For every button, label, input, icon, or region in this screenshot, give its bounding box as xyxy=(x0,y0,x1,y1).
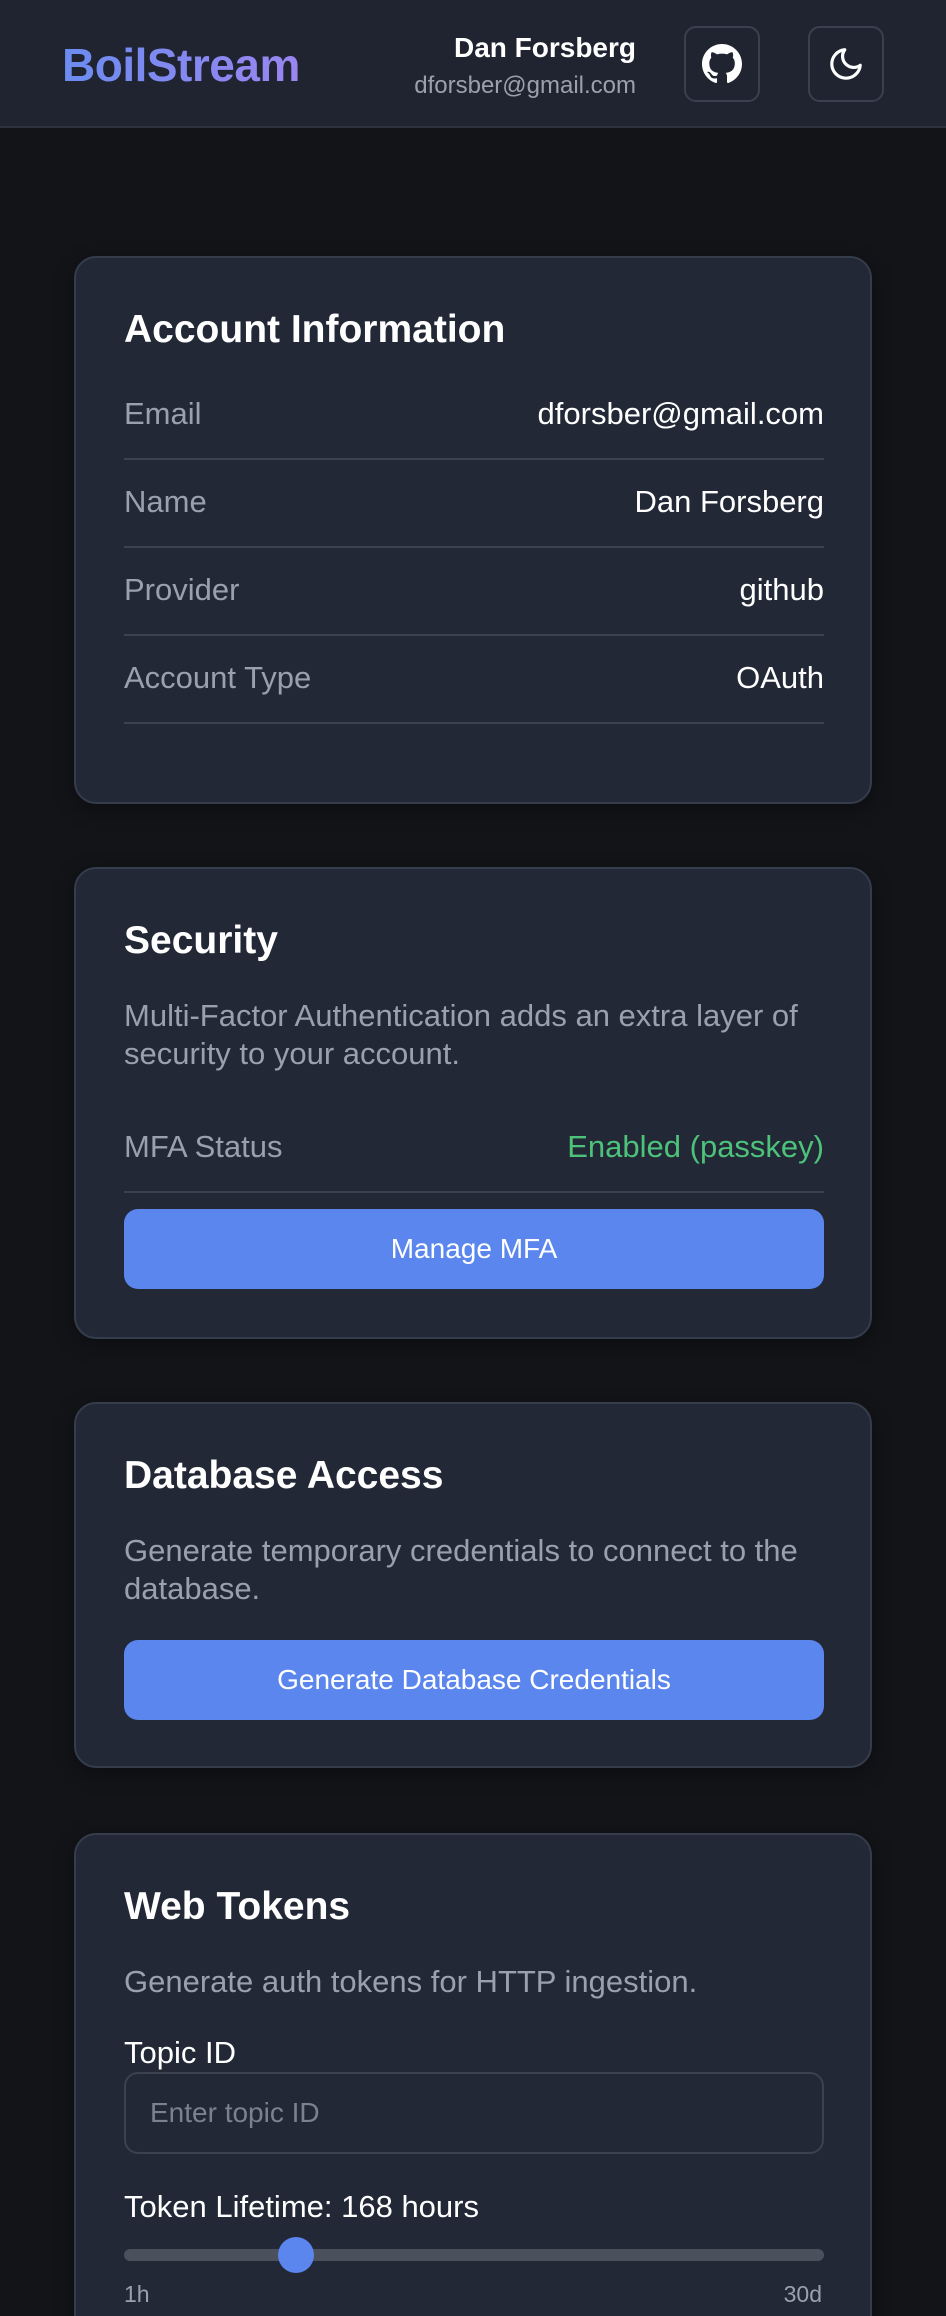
account-row-name: Name Dan Forsberg xyxy=(124,460,824,548)
row-value: dforsber@gmail.com xyxy=(537,396,824,431)
user-email: dforsber@gmail.com xyxy=(414,72,636,99)
mfa-status-row: MFA Status Enabled (passkey) xyxy=(124,1105,824,1193)
account-row-provider: Provider github xyxy=(124,548,824,636)
github-button[interactable] xyxy=(684,26,760,102)
app-header: BoilStream Dan Forsberg dforsber@gmail.c… xyxy=(0,0,946,128)
theme-toggle-button[interactable] xyxy=(808,26,884,102)
slider-max-label: 30d xyxy=(783,2281,822,2307)
account-info-title: Account Information xyxy=(124,308,506,351)
mfa-status-value: Enabled (passkey) xyxy=(567,1129,824,1164)
topic-id-label: Topic ID xyxy=(124,2035,236,2070)
account-info-card: Account Information Email dforsber@gmail… xyxy=(74,256,872,804)
security-title: Security xyxy=(124,919,278,962)
github-icon xyxy=(702,44,742,84)
topic-id-input[interactable] xyxy=(124,2072,824,2154)
row-label: Provider xyxy=(124,572,240,607)
slider-min-label: 1h xyxy=(124,2281,150,2307)
row-label: Account Type xyxy=(124,660,312,695)
token-lifetime-label: Token Lifetime: 168 hours xyxy=(124,2189,479,2224)
database-access-description: Generate temporary credentials to connec… xyxy=(124,1533,798,1606)
token-lifetime-slider[interactable] xyxy=(124,2237,824,2273)
row-label: Email xyxy=(124,396,202,431)
security-card: Security Multi-Factor Authentication add… xyxy=(74,867,872,1339)
user-name: Dan Forsberg xyxy=(453,32,636,63)
web-tokens-title: Web Tokens xyxy=(124,1885,351,1928)
database-access-card: Database Access Generate temporary crede… xyxy=(74,1402,872,1768)
row-value: OAuth xyxy=(736,660,824,695)
slider-thumb[interactable] xyxy=(277,2237,314,2273)
web-tokens-description: Generate auth tokens for HTTP ingestion. xyxy=(124,1964,698,1999)
app-logo[interactable]: BoilStream xyxy=(62,38,300,92)
generate-credentials-button[interactable]: Generate Database Credentials xyxy=(124,1640,824,1720)
database-access-title: Database Access xyxy=(124,1454,444,1497)
row-value: Dan Forsberg xyxy=(634,484,824,519)
mfa-status-label: MFA Status xyxy=(124,1129,283,1164)
manage-mfa-button[interactable]: Manage MFA xyxy=(124,1209,824,1289)
row-value: github xyxy=(739,572,824,607)
row-label: Name xyxy=(124,484,207,519)
web-tokens-card: Web Tokens Generate auth tokens for HTTP… xyxy=(74,1833,872,2316)
moon-icon xyxy=(830,48,862,80)
account-row-type: Account Type OAuth xyxy=(124,636,824,724)
account-row-email: Email dforsber@gmail.com xyxy=(124,372,824,460)
security-description: Multi-Factor Authentication adds an extr… xyxy=(124,998,798,1071)
